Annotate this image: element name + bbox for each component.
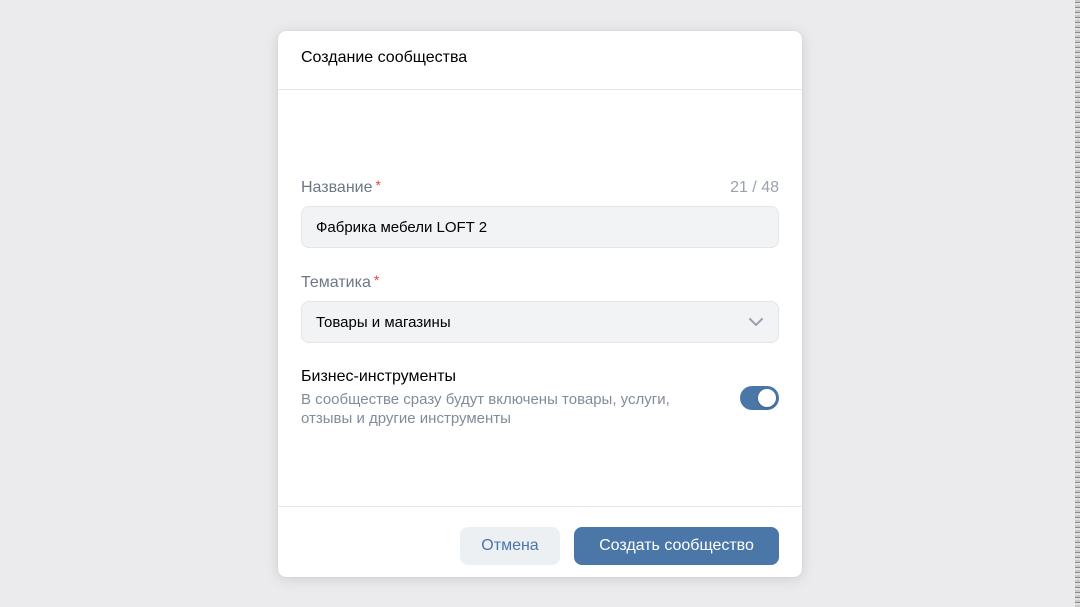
topic-required-mark: * <box>373 272 380 288</box>
topic-select[interactable]: Товары и магазины <box>301 301 779 343</box>
name-label-row: Название * 21 / 48 <box>301 177 779 198</box>
screen-edge-artifact <box>1075 0 1080 607</box>
business-tools-description: В сообществе сразу будут включены товары… <box>301 391 670 427</box>
name-label: Название <box>301 179 373 196</box>
modal-header: Создание сообщества <box>278 31 802 90</box>
business-tools-toggle[interactable] <box>740 386 779 410</box>
topic-label: Тематика <box>301 274 371 291</box>
community-name-value: Фабрика мебели LOFT 2 <box>316 218 488 236</box>
modal-footer: Отмена Создать сообщество <box>278 506 802 577</box>
topic-selected-value: Товары и магазины <box>316 313 451 331</box>
toggle-knob <box>758 389 776 407</box>
create-community-modal: Создание сообщества Название * 21 / 48 Фа… <box>278 31 802 577</box>
community-name-input[interactable]: Фабрика мебели LOFT 2 <box>301 206 779 248</box>
create-community-button[interactable]: Создать сообщество <box>574 527 779 565</box>
name-label-group: Название * <box>301 177 381 198</box>
name-required-mark: * <box>375 177 381 193</box>
business-tools-title: Бизнес-инструменты <box>301 368 457 385</box>
name-char-counter: 21 / 48 <box>730 178 779 196</box>
business-tools-row: Бизнес-инструменты В сообществе сразу бу… <box>301 367 779 428</box>
topic-label-group: Тематика * <box>301 272 379 293</box>
chevron-down-icon <box>748 314 764 330</box>
topic-label-row: Тематика * <box>301 272 779 293</box>
modal-title: Создание сообщества <box>301 49 468 66</box>
cancel-button[interactable]: Отмена <box>460 527 560 565</box>
